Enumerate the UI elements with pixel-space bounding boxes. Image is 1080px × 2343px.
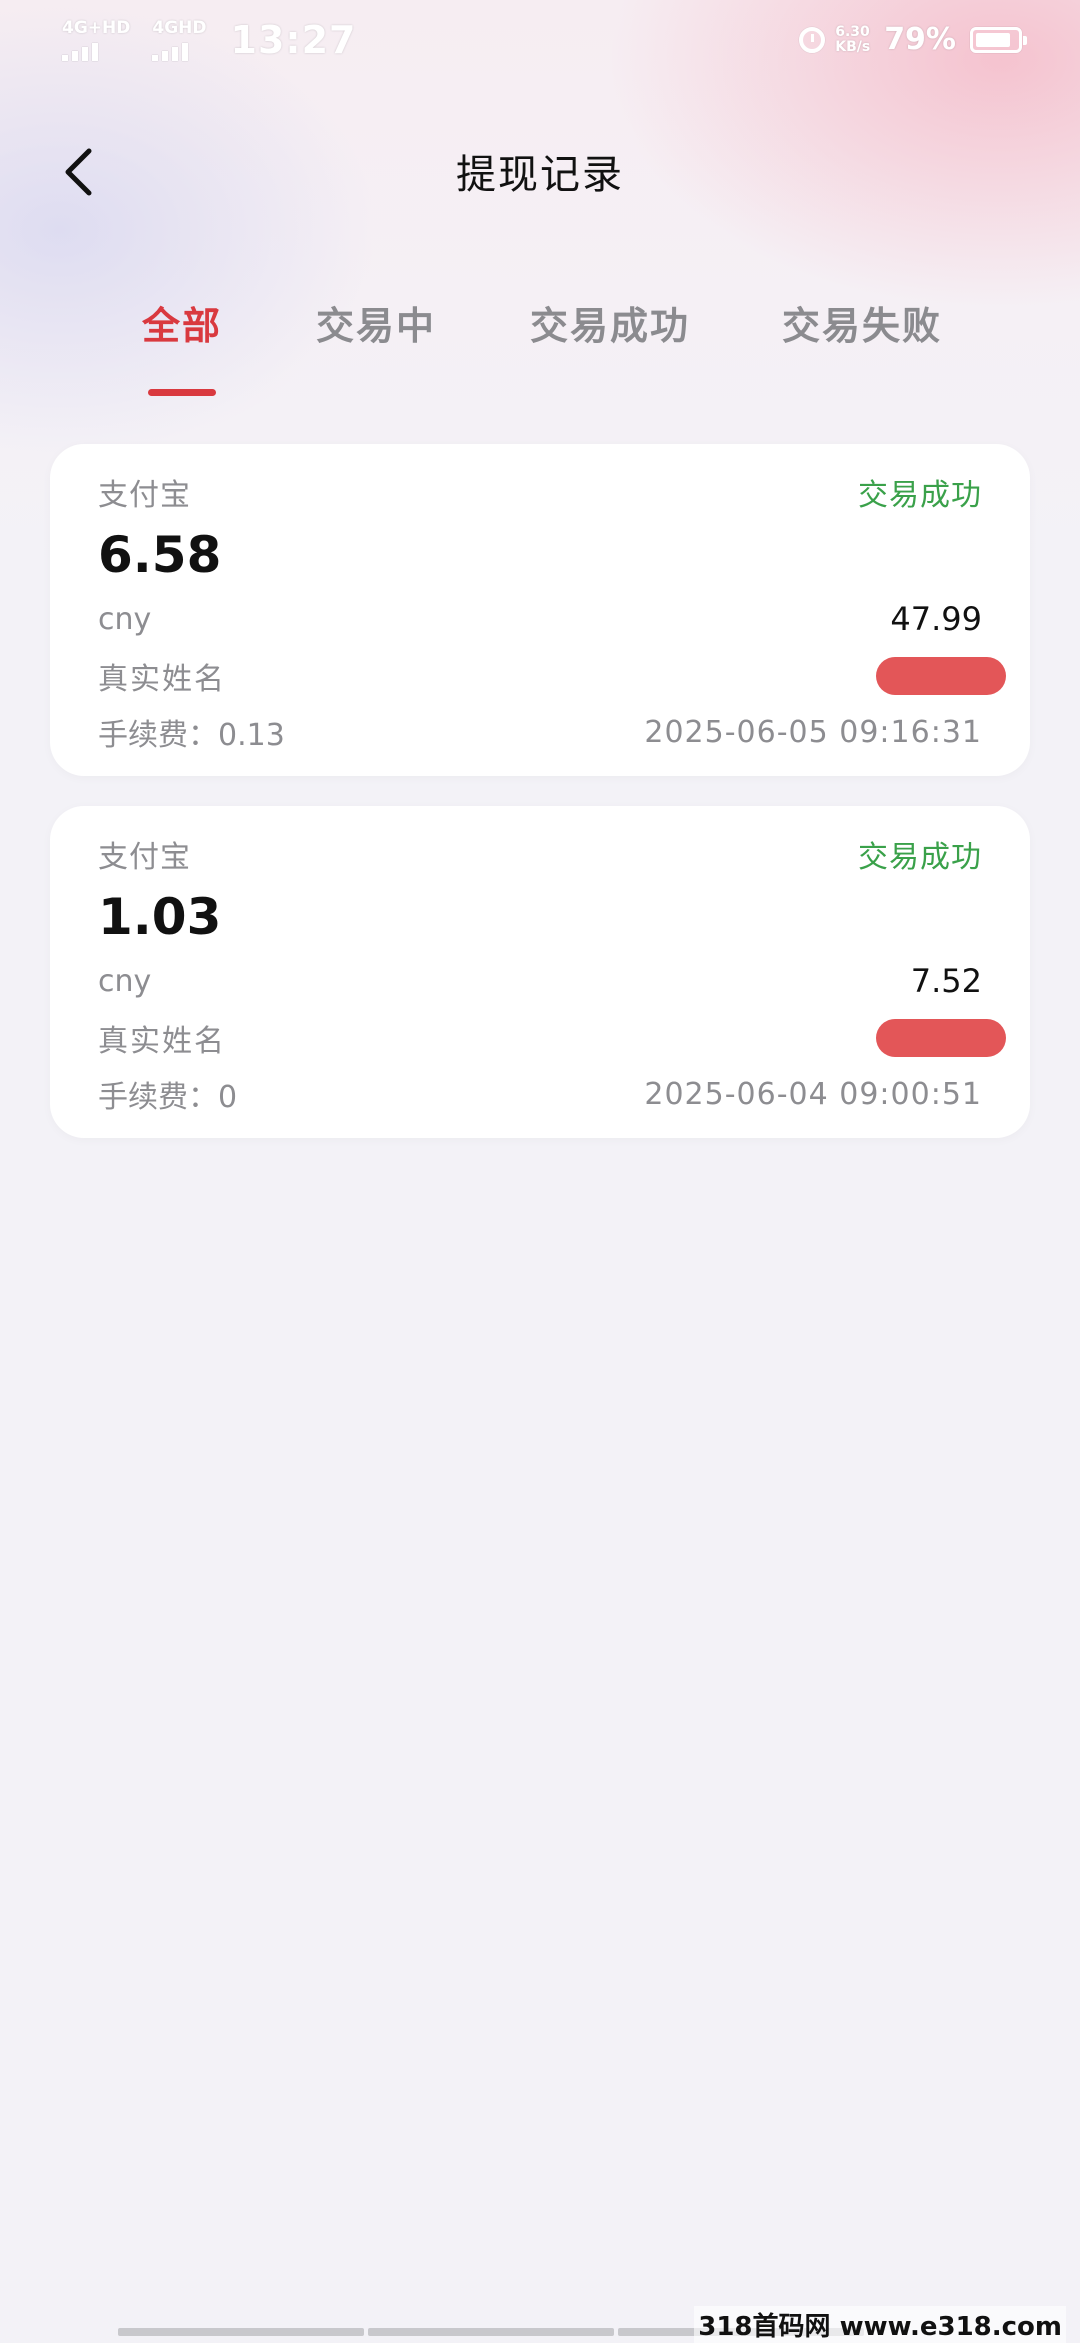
status-right: 6.30 KB/s 79% xyxy=(799,22,1027,57)
battery-icon xyxy=(970,26,1027,53)
network-speed: 6.30 KB/s xyxy=(835,23,871,55)
battery-percent: 79% xyxy=(884,22,956,57)
alarm-icon xyxy=(799,26,826,53)
redacted-name xyxy=(876,657,1006,695)
network-speed-value: 6.30 xyxy=(835,23,870,40)
network-type-2: 4GHD xyxy=(152,18,207,38)
withdrawal-record-card[interactable]: 支付宝 交易成功 6.58 cny 47.99 真实姓名 手续费：0.13 20… xyxy=(50,444,1030,776)
status-bar: 4G+HD 4GHD 13:27 6.30 KB/s 79% xyxy=(0,0,1080,90)
real-name-label: 真实姓名 xyxy=(98,662,226,697)
service-fee: 手续费：0 xyxy=(98,1080,238,1115)
status-badge: 交易成功 xyxy=(858,478,982,513)
service-fee: 手续费：0.13 xyxy=(98,718,285,753)
tab-all[interactable]: 全部 xyxy=(142,295,222,350)
status-time: 13:27 xyxy=(230,18,357,62)
tab-in-progress[interactable]: 交易中 xyxy=(316,295,436,350)
status-badge: 交易成功 xyxy=(858,840,982,875)
page-title: 提现记录 xyxy=(456,152,624,198)
signal-bars-icon xyxy=(152,39,192,61)
currency-code: cny xyxy=(98,601,152,637)
tab-success[interactable]: 交易成功 xyxy=(530,295,690,350)
watermark: 318首码网 www.e318.com xyxy=(694,2306,1066,2343)
withdrawal-amount: 6.58 xyxy=(98,526,222,584)
page-header: 提现记录 xyxy=(0,120,1080,220)
payment-channel: 支付宝 xyxy=(98,840,191,875)
signal-group-1: 4G+HD xyxy=(62,19,130,61)
network-type-1: 4G+HD xyxy=(62,18,131,38)
signal-group-2: 4GHD xyxy=(152,18,207,61)
signal-bars-icon xyxy=(62,39,102,61)
redacted-name xyxy=(876,1019,1006,1057)
record-timestamp: 2025-06-04 09:00:51 xyxy=(644,1076,982,1112)
converted-amount: 7.52 xyxy=(910,962,982,1000)
record-timestamp: 2025-06-05 09:16:31 xyxy=(644,714,982,750)
tab-failed[interactable]: 交易失败 xyxy=(782,295,942,350)
status-tabs: 全部 交易中 交易成功 交易失败 xyxy=(0,285,1080,405)
converted-amount: 47.99 xyxy=(890,600,982,638)
payment-channel: 支付宝 xyxy=(98,478,191,513)
active-tab-indicator xyxy=(148,389,216,396)
currency-code: cny xyxy=(98,963,152,999)
withdrawal-amount: 1.03 xyxy=(98,888,222,946)
real-name-label: 真实姓名 xyxy=(98,1024,226,1059)
status-left: 4G+HD 4GHD 13:27 xyxy=(62,18,356,62)
network-speed-unit: KB/s xyxy=(835,38,871,55)
withdrawal-record-card[interactable]: 支付宝 交易成功 1.03 cny 7.52 真实姓名 手续费：0 2025-0… xyxy=(50,806,1030,1138)
